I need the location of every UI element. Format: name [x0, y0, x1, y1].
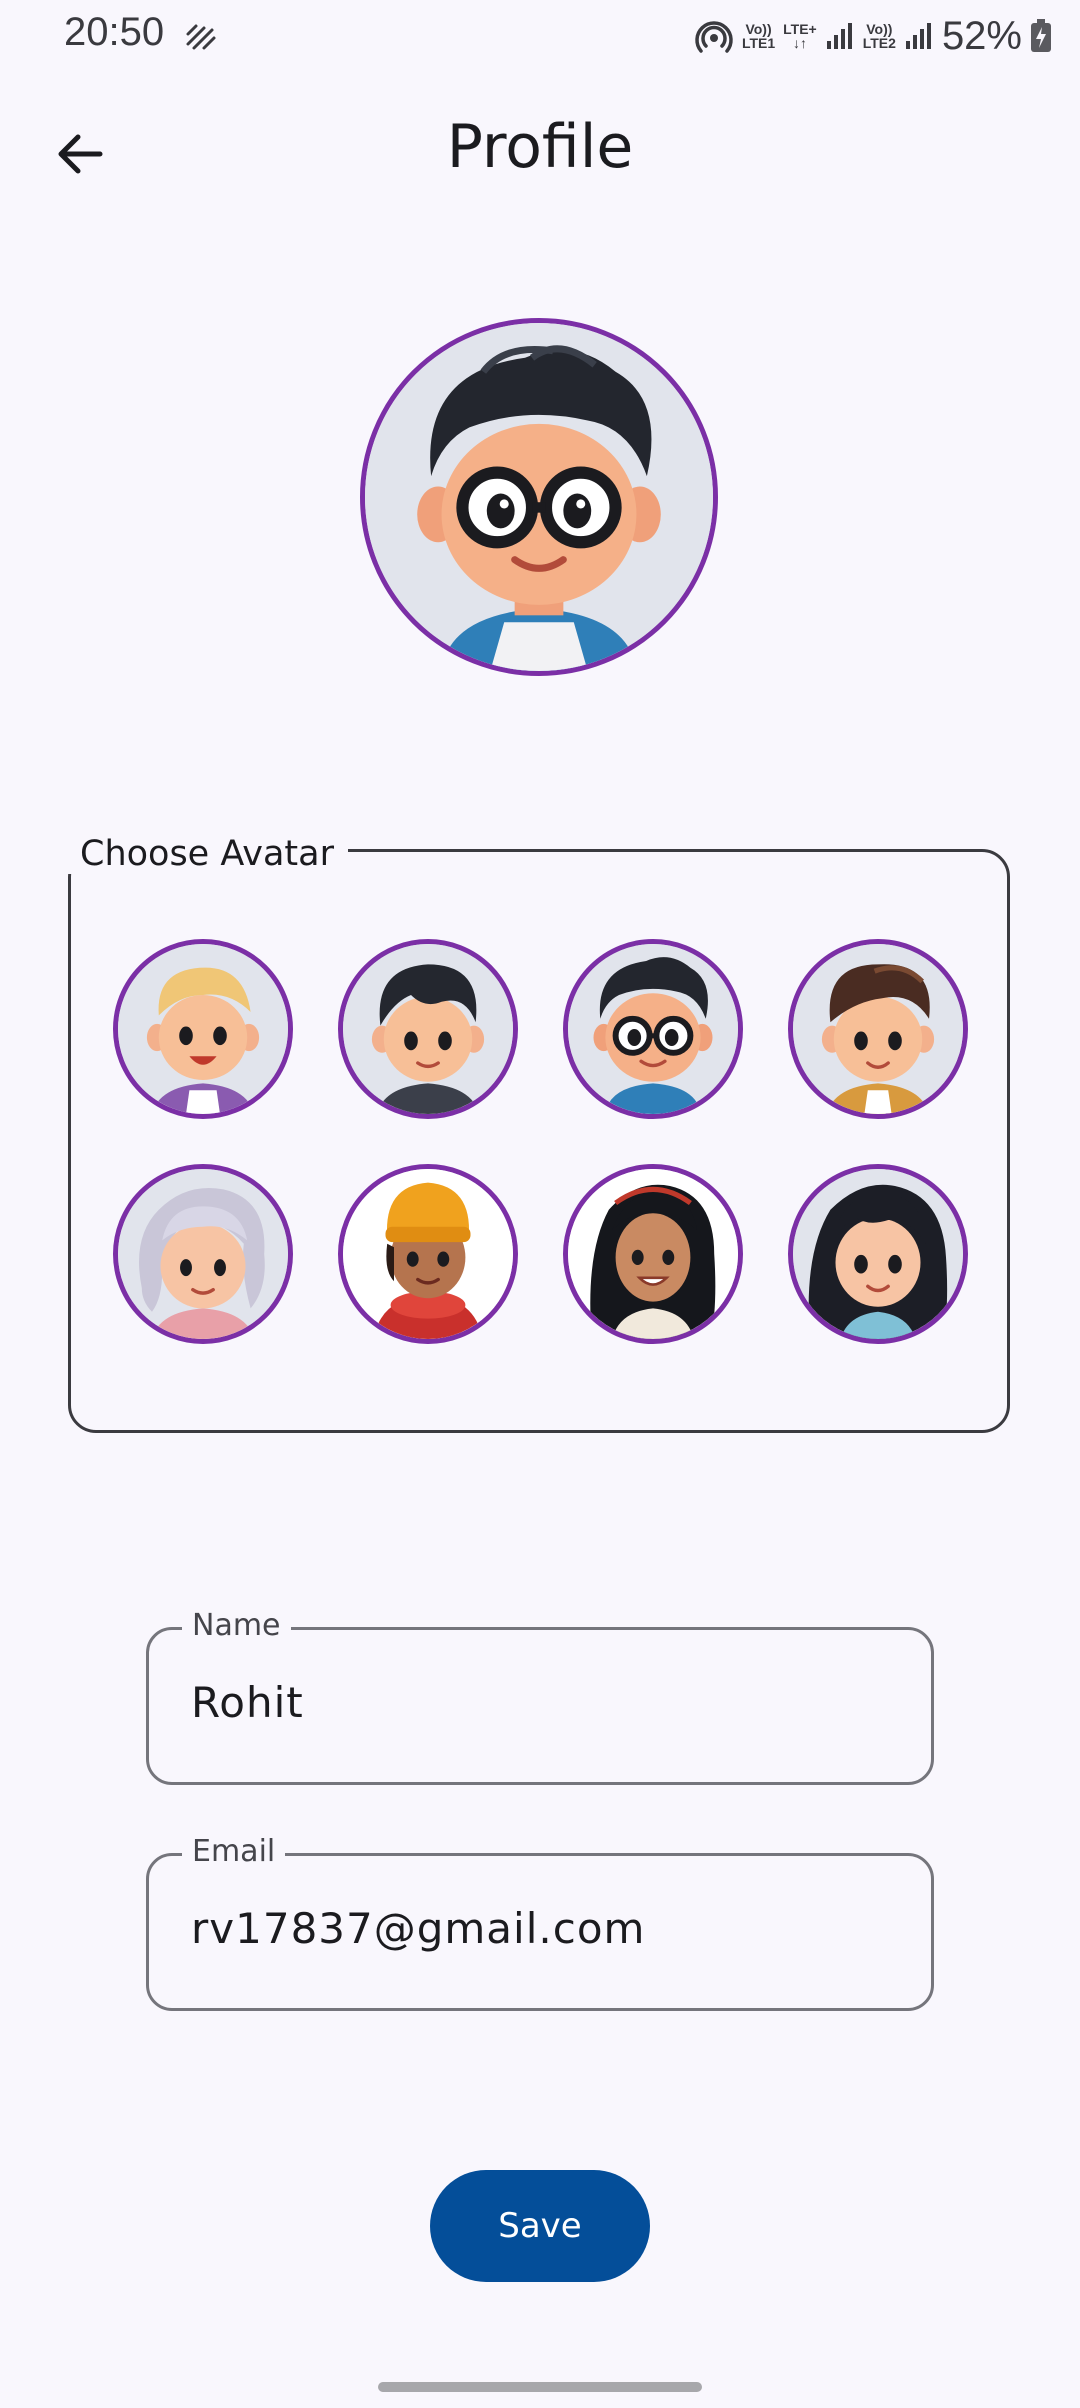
- status-time: 20:50: [64, 10, 165, 54]
- data-type-text: LTE+: [783, 21, 817, 37]
- home-indicator[interactable]: [378, 2382, 702, 2392]
- avatar-option-boy-brown[interactable]: [788, 939, 968, 1119]
- save-button[interactable]: Save: [430, 2170, 650, 2282]
- boy-glasses-small-avatar-icon: [568, 944, 738, 1114]
- data-type-label: LTE+ ↓↑: [783, 22, 817, 50]
- profile-screen: 20:50 Vo)) LTE1 LTE+ ↓↑ Vo)) LTE2 52% Pr…: [0, 0, 1080, 2408]
- girl-black-hair-avatar-icon: [793, 1169, 963, 1339]
- sim2-vo-text: Vo)): [866, 21, 893, 37]
- email-field[interactable]: rv17837@gmail.com: [146, 1853, 934, 2011]
- status-bar: 20:50 Vo)) LTE1 LTE+ ↓↑ Vo)) LTE2 52%: [0, 0, 1080, 72]
- name-label: Name: [182, 1608, 291, 1643]
- avatar-option-girl-black-hair[interactable]: [788, 1164, 968, 1344]
- email-label: Email: [182, 1834, 286, 1869]
- woman-long-hair-avatar-icon: [568, 1169, 738, 1339]
- grandma-avatar-icon: [118, 1169, 288, 1339]
- avatar-option-boy-black-swept[interactable]: [338, 939, 518, 1119]
- current-avatar: [360, 318, 718, 676]
- avatar-option-woman-long-hair[interactable]: [563, 1164, 743, 1344]
- sim1-volte-label: Vo)) LTE1: [742, 22, 775, 50]
- page-title: Profile: [446, 112, 634, 182]
- sim1-lte-text: LTE1: [741, 35, 776, 51]
- girl-beanie-avatar-icon: [343, 1169, 513, 1339]
- avatar-option-grandma[interactable]: [113, 1164, 293, 1344]
- hotspot-icon: [695, 21, 733, 53]
- battery-charging-icon: [1031, 19, 1051, 52]
- name-value[interactable]: Rohit: [191, 1678, 304, 1727]
- signal-sim1-icon: [826, 23, 852, 49]
- avatar-picker-label: Choose Avatar: [66, 834, 348, 874]
- boy-glasses-avatar-icon: [365, 323, 713, 671]
- boy-blonde-avatar-icon: [118, 944, 288, 1114]
- name-field[interactable]: Rohit: [146, 1627, 934, 1785]
- avatar-option-boy-blonde[interactable]: [113, 939, 293, 1119]
- boy-black-hair-avatar-icon: [343, 944, 513, 1114]
- avatar-option-girl-beanie[interactable]: [338, 1164, 518, 1344]
- data-saver-icon: [186, 24, 216, 50]
- email-value[interactable]: rv17837@gmail.com: [191, 1904, 645, 1953]
- data-arrows-text: ↓↑: [792, 35, 807, 51]
- boy-brown-hair-avatar-icon: [793, 944, 963, 1114]
- avatar-picker-box: [68, 849, 1010, 1433]
- sim2-volte-label: Vo)) LTE2: [863, 22, 896, 50]
- avatar-option-boy-glasses[interactable]: [563, 939, 743, 1119]
- signal-sim2-icon: [905, 23, 931, 49]
- sim2-lte-text: LTE2: [862, 35, 896, 51]
- battery-percent: 52%: [941, 13, 1022, 58]
- status-icons: Vo)) LTE1 LTE+ ↓↑ Vo)) LTE2 52%: [694, 12, 1052, 60]
- sim1-vo-text: Vo)): [745, 21, 772, 37]
